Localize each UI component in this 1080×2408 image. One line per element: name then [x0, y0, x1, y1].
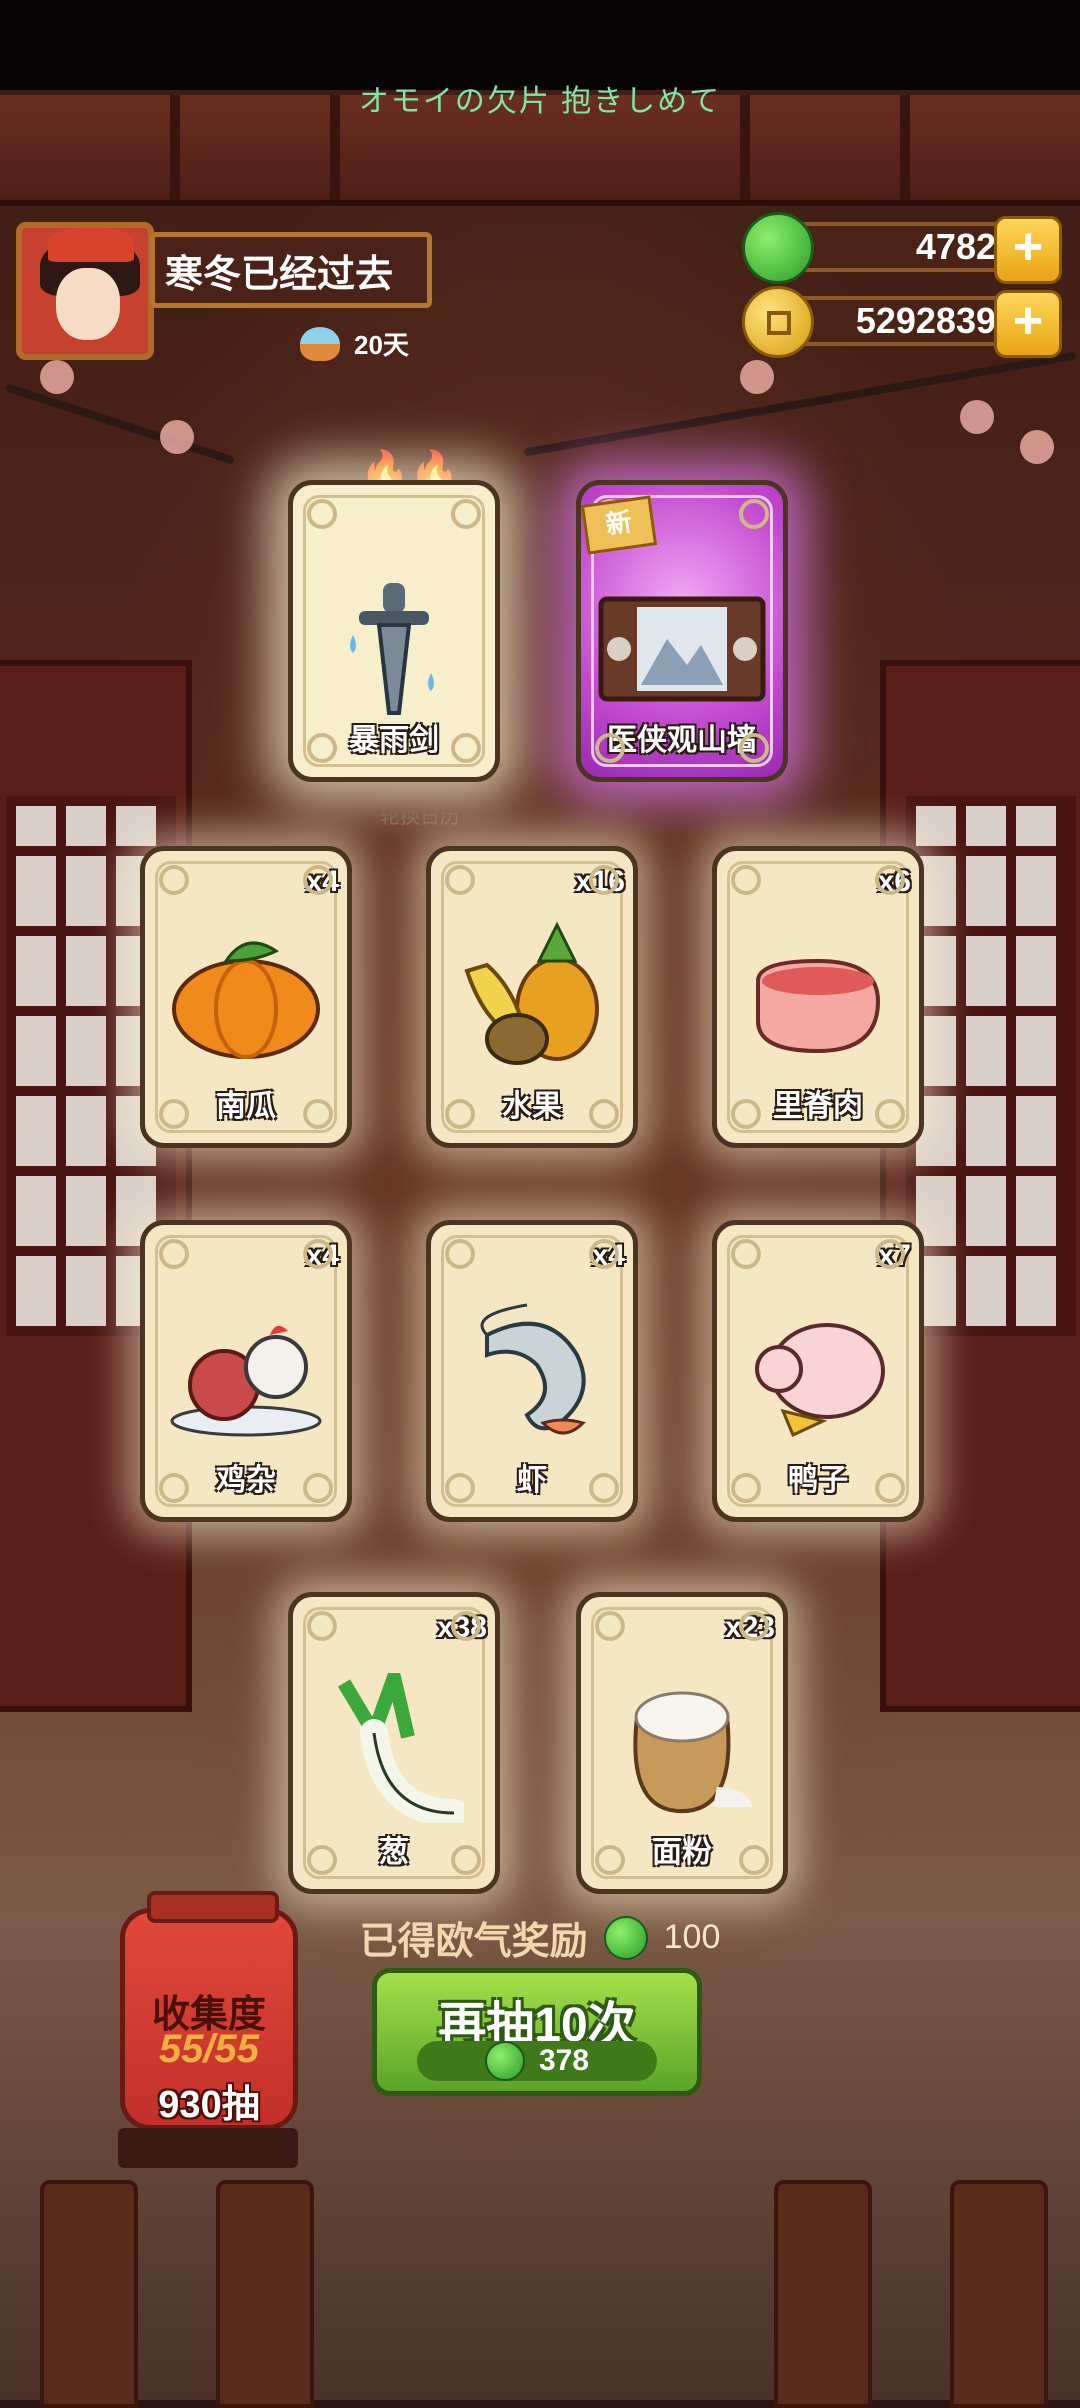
jade-coin-icon [484, 2041, 525, 2081]
jade-coin-icon [603, 1915, 648, 1960]
card-corner-ornament [589, 865, 619, 895]
card-corner-ornament [159, 1099, 189, 1129]
card-corner-ornament [731, 865, 761, 895]
pillar-left [0, 660, 192, 1712]
giblets-icon [170, 1325, 322, 1437]
card-giblets[interactable]: x4 鸡杂 [140, 1220, 352, 1522]
card-corner-ornament [307, 499, 337, 529]
card-corner-ornament [303, 1099, 333, 1129]
jade-coin-icon [742, 212, 814, 284]
blossom-icon [1020, 430, 1054, 464]
lyric-banner: オモイの欠片 抱きしめて [358, 85, 722, 118]
card-scallion[interactable]: x38 葱 [288, 1592, 500, 1894]
card-corner-ornament [731, 1239, 761, 1269]
fence-post [216, 2180, 314, 2408]
card-corner-ornament [875, 865, 905, 895]
fence-post [950, 2180, 1048, 2408]
card-corner-ornament [307, 733, 337, 763]
avatar[interactable] [16, 222, 154, 360]
fence-post [40, 2180, 138, 2408]
card-corner-ornament [451, 1611, 481, 1641]
card-fruit[interactable]: x16 水果 [426, 846, 638, 1148]
fence-post [774, 2180, 872, 2408]
screen-icon [598, 596, 766, 702]
new-badge: 新 [580, 495, 658, 555]
card-corner-ornament [589, 1473, 619, 1503]
collection-progress: 55/55 [158, 2027, 260, 2071]
card-duck[interactable]: x7 鸭子 [712, 1220, 924, 1522]
collection-lantern[interactable]: 收集度 55/55 930抽 [120, 1891, 298, 2130]
day-counter: 20天 [300, 325, 409, 362]
card-corner-ornament [451, 1845, 481, 1875]
card-corner-ornament [445, 1239, 475, 1269]
card-corner-ornament [307, 1611, 337, 1641]
card-corner-ornament [875, 1473, 905, 1503]
card-shrimp[interactable]: x4 虾 [426, 1220, 638, 1522]
draw-cost: 378 [417, 2041, 657, 2081]
card-flour[interactable]: x23 面粉 [576, 1592, 788, 1894]
scallion-icon [337, 1673, 464, 1823]
player-name[interactable]: 寒冬已经过去 [150, 232, 432, 308]
bowl-icon [300, 326, 340, 361]
reward-amount: 100 [663, 1918, 721, 1956]
card-corner-ornament [595, 1611, 625, 1641]
card-corner-ornament [875, 1239, 905, 1269]
card-corner-ornament [595, 1845, 625, 1875]
card-corner-ornament [303, 1473, 333, 1503]
card-corner-ornament [739, 1845, 769, 1875]
card-corner-ornament [159, 1239, 189, 1269]
card-corner-ornament [159, 1473, 189, 1503]
card-corner-ornament [595, 733, 625, 763]
card-corner-ornament [739, 733, 769, 763]
duck-icon [755, 1323, 885, 1438]
card-corner-ornament [307, 1845, 337, 1875]
card-tenderloin[interactable]: x6 里脊肉 [712, 846, 924, 1148]
card-pumpkin[interactable]: x4 南瓜 [140, 846, 352, 1148]
card-corner-ornament [451, 499, 481, 529]
card-corner-ornament [303, 1239, 333, 1269]
blossom-icon [40, 360, 74, 394]
card-corner-ornament [731, 1099, 761, 1129]
card-corner-ornament [445, 865, 475, 895]
add-coins-button[interactable]: + [994, 290, 1062, 358]
shrimp-icon [480, 1303, 586, 1435]
blossom-icon [960, 400, 994, 434]
card-corner-ornament [731, 1473, 761, 1503]
collection-draws: 930抽 [158, 2084, 260, 2126]
card-corner-ornament [739, 1611, 769, 1641]
gold-coin-icon [742, 286, 814, 358]
card-corner-ornament [303, 865, 333, 895]
meat-icon [756, 958, 881, 1054]
card-corner-ornament [445, 1099, 475, 1129]
pillar-right [880, 660, 1080, 1712]
draw-cost-amount: 378 [538, 2044, 590, 2077]
card-corner-ornament [875, 1099, 905, 1129]
flour-sack-icon [633, 1691, 753, 1814]
reward-label: 已得欧气奖励 [359, 1921, 588, 1963]
card-corner-ornament [451, 733, 481, 763]
sword-icon [350, 583, 434, 715]
coin-currency: 5292839 + [742, 286, 1062, 358]
card-corner-ornament [159, 865, 189, 895]
day-count-label: 20天 [354, 330, 409, 360]
card-corner-ornament [589, 1099, 619, 1129]
card-corner-ornament [739, 499, 769, 529]
card-corner-ornament [589, 1239, 619, 1269]
lantern-stand [118, 2128, 298, 2168]
blossom-icon [160, 420, 194, 454]
add-jade-button[interactable]: + [994, 216, 1062, 284]
jade-currency: 4782 + [742, 212, 1062, 284]
draw-10-button[interactable]: 再抽10次 378 [372, 1968, 702, 2096]
calendar-label: 轮换日历 [380, 806, 460, 828]
pumpkin-icon [172, 941, 320, 1059]
fruit-icon [464, 921, 599, 1065]
card-rain-sword[interactable]: 暴雨剑 [288, 480, 500, 782]
card-corner-ornament [445, 1473, 475, 1503]
blossom-icon [740, 360, 774, 394]
